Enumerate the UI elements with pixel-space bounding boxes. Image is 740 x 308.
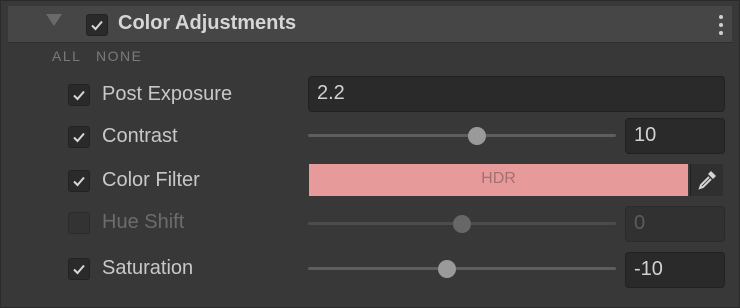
none-toggle-button[interactable]: NONE <box>96 48 142 64</box>
eyedropper-icon <box>698 171 716 190</box>
post-exposure-label: Post Exposure <box>102 83 233 105</box>
hue-shift-value-field: 0 <box>625 206 725 242</box>
saturation-label: Saturation <box>102 257 194 279</box>
saturation-slider-track[interactable] <box>308 267 616 270</box>
contrast-override-checkbox[interactable] <box>68 126 90 148</box>
eyedropper-button[interactable] <box>690 164 723 196</box>
component-enabled-checkbox[interactable] <box>86 14 108 36</box>
checkmark-icon <box>91 20 103 31</box>
checkmark-icon <box>73 176 85 187</box>
component-header[interactable]: Color Adjustments <box>8 6 732 43</box>
saturation-value-field[interactable]: -10 <box>625 252 725 288</box>
hue-shift-slider-handle <box>453 215 471 233</box>
saturation-override-checkbox[interactable] <box>68 258 90 280</box>
foldout-arrow-icon[interactable] <box>46 14 62 26</box>
post-exposure-field[interactable]: 2.2 <box>308 76 725 112</box>
checkmark-icon <box>73 264 85 275</box>
hue-shift-override-checkbox[interactable] <box>68 212 90 234</box>
color-filter-label: Color Filter <box>102 169 200 191</box>
contrast-value-field[interactable]: 10 <box>625 118 725 154</box>
checkmark-icon <box>73 132 85 143</box>
color-filter-override-checkbox[interactable] <box>68 170 90 192</box>
checkmark-icon <box>73 90 85 101</box>
post-exposure-override-checkbox[interactable] <box>68 84 90 106</box>
component-title: Color Adjustments <box>118 12 297 34</box>
kebab-menu-icon[interactable] <box>718 14 724 36</box>
saturation-slider-handle[interactable] <box>437 260 456 278</box>
contrast-label: Contrast <box>102 125 178 147</box>
hue-shift-label: Hue Shift <box>102 211 185 233</box>
hdr-badge: HDR <box>481 170 516 187</box>
all-toggle-button[interactable]: ALL <box>52 48 81 64</box>
contrast-slider-track[interactable] <box>308 134 616 137</box>
